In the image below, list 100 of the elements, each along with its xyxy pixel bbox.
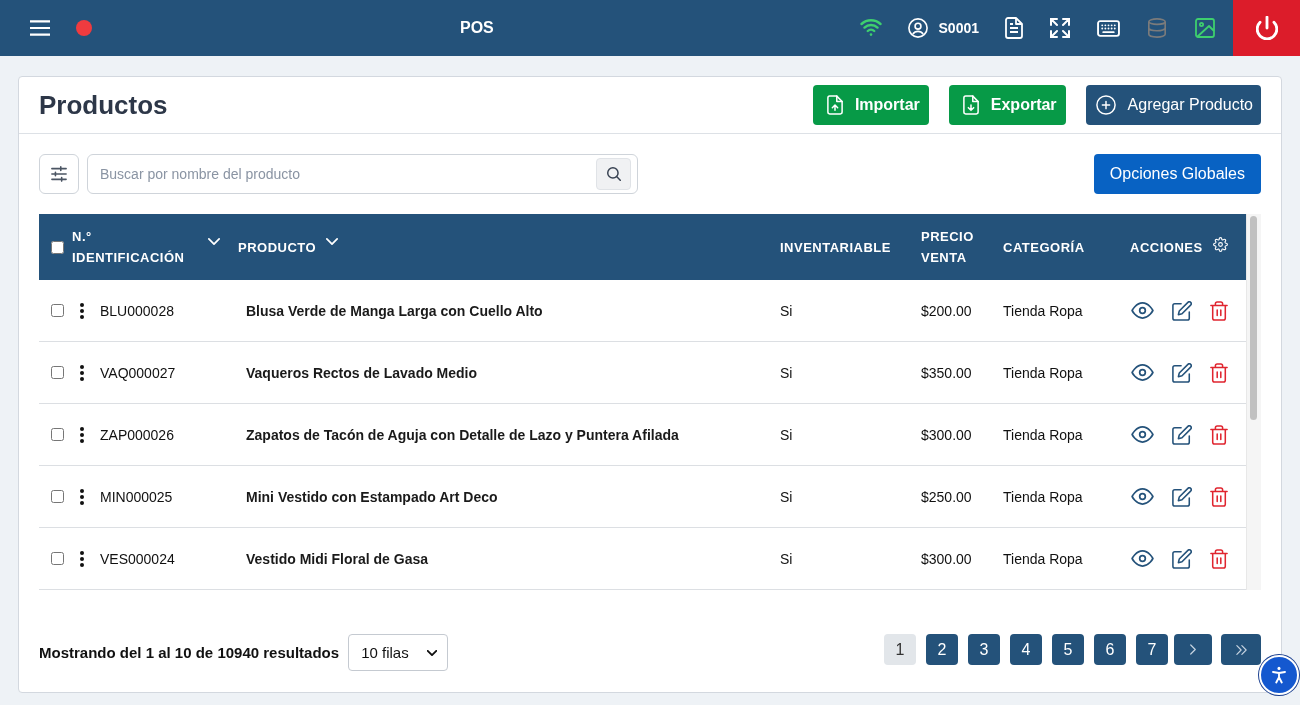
category: Tienda Ropa xyxy=(1003,550,1083,567)
delete-icon[interactable] xyxy=(1210,300,1228,321)
last-page-button[interactable] xyxy=(1221,634,1261,665)
settings-icon[interactable] xyxy=(1212,236,1228,252)
page-button[interactable]: 4 xyxy=(1010,634,1042,665)
product-id: BLU000028 xyxy=(100,302,174,319)
edit-icon[interactable] xyxy=(1172,486,1192,507)
accessibility-button[interactable] xyxy=(1259,655,1299,695)
search-field[interactable]: Buscar por nombre del producto xyxy=(87,154,638,194)
row-checkbox[interactable] xyxy=(51,304,64,317)
more-options-icon[interactable] xyxy=(80,426,84,443)
product-id: MIN000025 xyxy=(100,488,173,505)
image-icon[interactable] xyxy=(1194,18,1216,38)
page-button[interactable]: 7 xyxy=(1136,634,1168,665)
page-button[interactable]: 6 xyxy=(1094,634,1126,665)
view-icon[interactable] xyxy=(1131,550,1154,567)
inventoriable-text: Si xyxy=(780,488,793,505)
page-title: Productos xyxy=(39,89,168,121)
delete-icon[interactable] xyxy=(1210,548,1228,569)
fullscreen-icon[interactable] xyxy=(1049,18,1071,38)
power-icon xyxy=(1255,16,1278,40)
power-button[interactable] xyxy=(1233,0,1300,56)
edit-icon[interactable] xyxy=(1172,362,1192,383)
page-button[interactable]: 3 xyxy=(968,634,1000,665)
more-options-icon[interactable] xyxy=(80,302,84,319)
delete-icon[interactable] xyxy=(1210,486,1228,507)
global-options-button[interactable]: Opciones Globales xyxy=(1093,154,1261,194)
view-icon[interactable] xyxy=(1131,488,1154,505)
search-button[interactable] xyxy=(596,158,631,190)
wifi-icon[interactable] xyxy=(859,18,882,38)
category: Tienda Ropa xyxy=(1003,302,1083,319)
next-page-button[interactable] xyxy=(1174,634,1212,665)
app-title: POS xyxy=(460,19,494,37)
accessibility-icon xyxy=(1272,666,1286,684)
sale-price: $200.00 xyxy=(921,302,972,319)
search-icon xyxy=(606,167,621,181)
row-checkbox[interactable] xyxy=(51,366,64,379)
delete-icon[interactable] xyxy=(1210,362,1228,383)
inventoriable-text: Si xyxy=(780,302,793,319)
edit-icon[interactable] xyxy=(1172,300,1192,321)
export-button[interactable]: Exportar xyxy=(948,85,1066,125)
row-checkbox[interactable] xyxy=(51,428,64,441)
column-header: CATEGORÍA xyxy=(1003,238,1085,257)
caret-icon[interactable] xyxy=(208,237,220,245)
scrollbar[interactable] xyxy=(1246,214,1261,590)
rows-per-page-select[interactable]: 10 filas xyxy=(348,634,449,671)
product-name: Vaqueros Rectos de Lavado Medio xyxy=(246,364,478,381)
column-header[interactable]: PRODUCTO xyxy=(238,236,317,258)
product-name: Blusa Verde de Manga Larga con Cuello Alto xyxy=(246,302,543,319)
more-options-icon[interactable] xyxy=(80,364,84,381)
product-name: Mini Vestido con Estampado Art Deco xyxy=(246,488,498,505)
more-options-icon[interactable] xyxy=(80,550,84,567)
caret-icon[interactable] xyxy=(326,237,339,245)
caret-icon xyxy=(427,649,438,656)
page-button[interactable]: 1 xyxy=(884,634,916,665)
plus-circle-icon xyxy=(1095,95,1116,115)
column-header: INVENTARIABLE xyxy=(780,238,891,257)
double-chevron-right-icon xyxy=(1235,644,1247,655)
page-button[interactable]: 5 xyxy=(1052,634,1084,665)
column-header[interactable]: N.° IDENTIFICACIÓN xyxy=(72,226,200,268)
filter-button[interactable] xyxy=(39,154,79,194)
product-id: VES000024 xyxy=(100,550,175,567)
inventoriable-text: Si xyxy=(780,550,793,567)
row-checkbox[interactable] xyxy=(51,552,64,565)
product-id: ZAP000026 xyxy=(100,426,174,443)
import-button[interactable]: Importar xyxy=(812,85,929,125)
results-summary: Mostrando del 1 al 10 de 10940 resultados xyxy=(39,644,340,661)
page-button[interactable]: 2 xyxy=(926,634,958,665)
user-menu-button[interactable]: S0001 xyxy=(907,18,979,38)
category: Tienda Ropa xyxy=(1003,488,1083,505)
product-name: Vestido Midi Floral de Gasa xyxy=(246,550,429,567)
edit-icon[interactable] xyxy=(1172,548,1192,569)
more-options-icon[interactable] xyxy=(80,488,84,505)
keyboard-icon[interactable] xyxy=(1097,19,1120,37)
sale-price: $300.00 xyxy=(921,550,972,567)
view-icon[interactable] xyxy=(1131,302,1154,319)
inventoriable-text: Si xyxy=(780,364,793,381)
sale-price: $300.00 xyxy=(921,426,972,443)
view-icon[interactable] xyxy=(1131,426,1154,443)
edit-icon[interactable] xyxy=(1172,424,1192,445)
file-download-icon xyxy=(962,95,979,115)
sale-price: $250.00 xyxy=(921,488,972,505)
category: Tienda Ropa xyxy=(1003,364,1083,381)
chevron-right-icon xyxy=(1190,644,1196,655)
select-all-checkbox[interactable] xyxy=(51,240,64,254)
sliders-icon xyxy=(51,166,67,182)
product-id: VAQ000027 xyxy=(100,364,176,381)
file-upload-icon xyxy=(826,95,843,115)
document-icon[interactable] xyxy=(1005,17,1023,39)
column-header: PRECIO VENTA xyxy=(921,228,975,267)
row-checkbox[interactable] xyxy=(51,490,64,503)
view-icon[interactable] xyxy=(1131,364,1154,381)
column-header: ACCIONES xyxy=(1130,238,1203,257)
category: Tienda Ropa xyxy=(1003,426,1083,443)
delete-icon[interactable] xyxy=(1210,424,1228,445)
inventoriable-text: Si xyxy=(780,426,793,443)
add-product-button[interactable]: Agregar Producto xyxy=(1085,85,1261,125)
product-name: Zapatos de Tacón de Aguja con Detalle de Lazo y Puntera Afilada xyxy=(246,426,679,443)
menu-icon[interactable] xyxy=(30,20,50,36)
sale-price: $350.00 xyxy=(921,364,972,381)
